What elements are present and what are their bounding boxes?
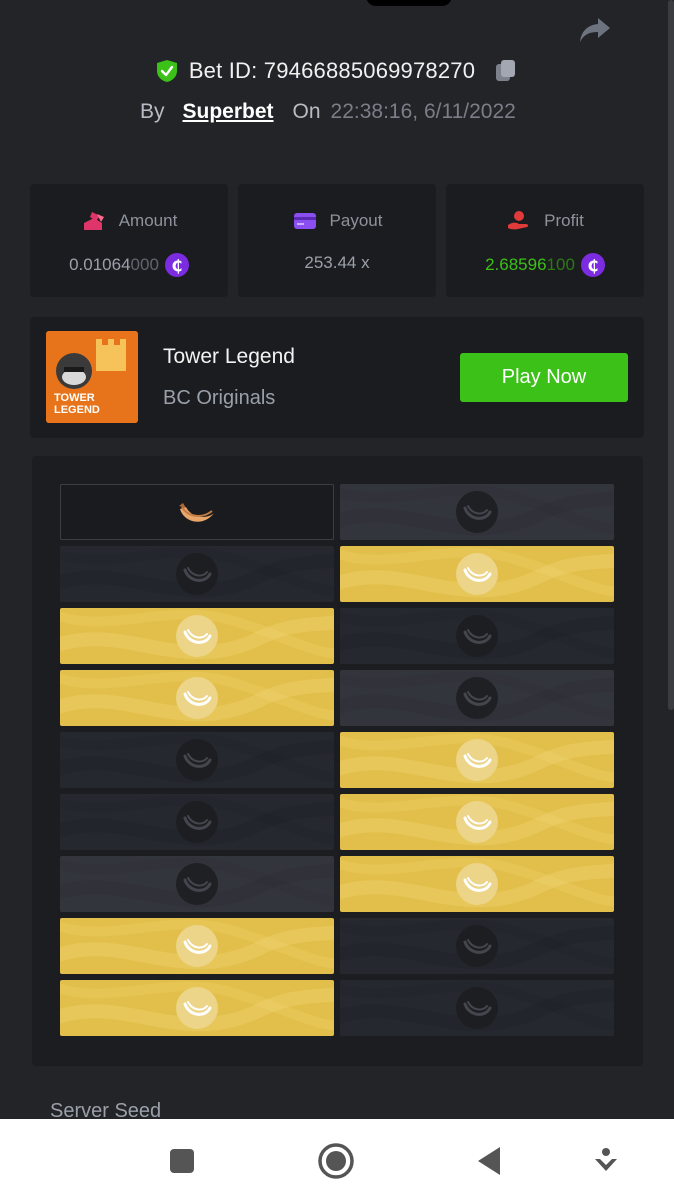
android-nav-bar bbox=[0, 1119, 674, 1200]
banana-icon bbox=[456, 553, 498, 595]
tower-tile bbox=[340, 484, 614, 540]
payout-label: Payout bbox=[329, 211, 383, 230]
profit-value: 2.68596100 bbox=[485, 255, 575, 274]
tower-tile bbox=[60, 608, 334, 664]
banana-icon bbox=[456, 863, 498, 905]
banana-icon bbox=[176, 553, 218, 595]
tower-tile bbox=[340, 980, 614, 1036]
bet-timestamp: 22:38:16, 6/11/2022 bbox=[330, 100, 516, 123]
banana-icon bbox=[176, 863, 218, 905]
game-thumbnail[interactable]: TOWER LEGEND bbox=[46, 331, 138, 423]
username-link[interactable]: Superbet bbox=[183, 100, 274, 124]
banana-icon bbox=[456, 987, 498, 1029]
tower-tile bbox=[60, 546, 334, 602]
tower-tile bbox=[60, 794, 334, 850]
amount-value: 0.01064000 bbox=[69, 255, 159, 274]
coin-icon: ₵ bbox=[164, 253, 189, 277]
bet-stats: Amount 0.01064000 ₵ Payout 253.44 x Prof… bbox=[30, 184, 644, 297]
payout-card-icon bbox=[293, 213, 316, 229]
tower-tile bbox=[340, 670, 614, 726]
circle-icon[interactable] bbox=[316, 1141, 356, 1181]
profit-label: Profit bbox=[544, 211, 584, 230]
banana-icon bbox=[176, 925, 218, 967]
scrollbar[interactable] bbox=[668, 0, 674, 710]
tower-legend-logo: TOWER LEGEND bbox=[46, 331, 138, 423]
tower-tile bbox=[60, 484, 334, 540]
tower-tile bbox=[340, 794, 614, 850]
game-title[interactable]: Tower Legend bbox=[163, 345, 295, 369]
amount-card: Amount 0.01064000 ₵ bbox=[30, 184, 228, 297]
tower-tile bbox=[340, 918, 614, 974]
tower-grid bbox=[60, 484, 614, 1036]
by-label: By bbox=[140, 100, 165, 123]
shield-check-icon bbox=[156, 60, 177, 82]
back-triangle-icon[interactable] bbox=[470, 1141, 510, 1181]
camera-notch bbox=[366, 0, 452, 6]
banana-icon bbox=[176, 987, 218, 1029]
coin-icon: ₵ bbox=[580, 253, 605, 277]
banana-icon bbox=[456, 801, 498, 843]
game-card: TOWER LEGEND Tower Legend BC Originals P… bbox=[30, 317, 644, 438]
tower-tile bbox=[60, 670, 334, 726]
tower-tile bbox=[60, 980, 334, 1036]
download-icon[interactable] bbox=[586, 1141, 626, 1181]
bet-id: Bet ID: 79466885069978270 bbox=[188, 58, 476, 83]
bet-author-row: By Superbet On 22:38:16, 6/11/2022 bbox=[140, 100, 516, 124]
banana-icon bbox=[456, 615, 498, 657]
copy-icon[interactable] bbox=[493, 58, 519, 84]
banana-icon bbox=[456, 925, 498, 967]
banana-icon bbox=[176, 801, 218, 843]
svg-text:TOWER: TOWER bbox=[54, 392, 95, 404]
tower-tile bbox=[60, 918, 334, 974]
banana-icon bbox=[179, 503, 214, 522]
square-icon[interactable] bbox=[162, 1141, 202, 1181]
on-label: On bbox=[292, 100, 321, 123]
banana-icon bbox=[456, 739, 498, 781]
profit-card: Profit 2.68596100 ₵ bbox=[446, 184, 644, 297]
tower-tile bbox=[60, 856, 334, 912]
banana-icon bbox=[176, 615, 218, 657]
game-board bbox=[32, 456, 643, 1066]
amount-label: Amount bbox=[118, 211, 178, 230]
tower-tile bbox=[340, 546, 614, 602]
tower-tile bbox=[340, 732, 614, 788]
share-icon[interactable] bbox=[578, 12, 612, 46]
banana-icon bbox=[456, 677, 498, 719]
payout-value: 253.44 x bbox=[304, 253, 370, 272]
banana-icon bbox=[456, 491, 498, 533]
payout-card: Payout 253.44 x bbox=[238, 184, 436, 297]
profit-icon bbox=[508, 211, 529, 230]
play-now-button[interactable]: Play Now bbox=[460, 353, 628, 402]
banana-icon bbox=[176, 739, 218, 781]
bet-id-row: Bet ID: 79466885069978270 bbox=[0, 58, 674, 84]
svg-text:LEGEND: LEGEND bbox=[54, 404, 100, 416]
tower-tile bbox=[340, 608, 614, 664]
tower-tile bbox=[60, 732, 334, 788]
tower-tile bbox=[340, 856, 614, 912]
banana-icon bbox=[176, 677, 218, 719]
amount-icon bbox=[83, 212, 104, 230]
game-provider: BC Originals bbox=[163, 387, 276, 409]
